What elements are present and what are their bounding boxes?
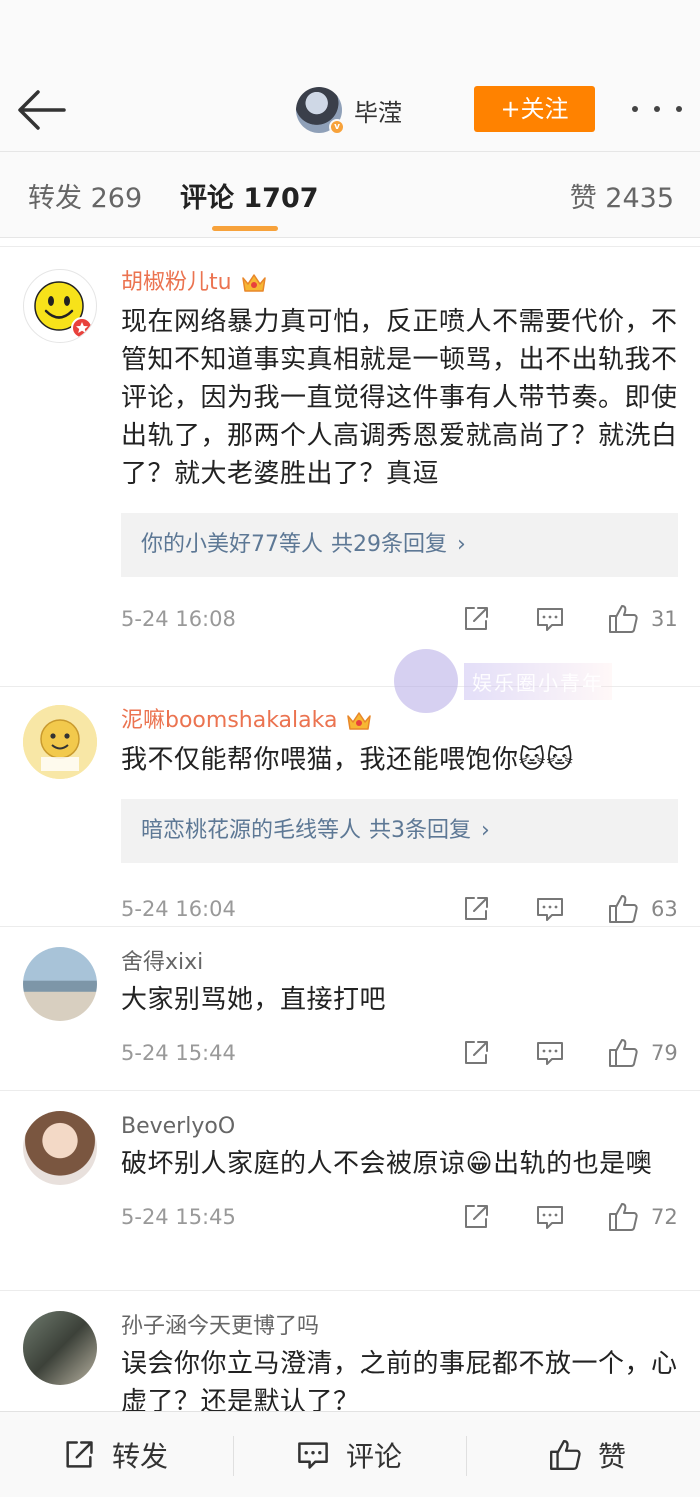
top-bar: v 毕滢 +关注 <box>0 68 700 152</box>
reply-users: 暗恋桃花源的毛线等人 <box>141 818 362 843</box>
repost-button[interactable]: 转发 <box>62 1412 168 1497</box>
tab-bar: 转发 269 评论 1707 赞 2435 <box>0 152 700 238</box>
like-count: 79 <box>651 1041 678 1065</box>
comment-item: 胡椒粉儿tu 现在网络暴力真可怕，反正喷人不需要代价，不管知不知道事实真相就是一… <box>0 246 700 686</box>
divider <box>233 1436 234 1476</box>
like-comment-button[interactable]: 79 <box>607 1037 678 1069</box>
reply-comment-button[interactable] <box>535 893 565 925</box>
tab-comments[interactable]: 评论 1707 <box>180 176 319 215</box>
reply-preview[interactable]: 你的小美好77等人 共29条回复 › <box>121 513 678 577</box>
chevron-right-icon: › <box>457 532 466 557</box>
comment-icon <box>537 898 563 921</box>
comment-icon <box>298 1442 328 1469</box>
thumbs-up-icon <box>609 1039 638 1067</box>
comment-text: 现在网络暴力真可怕，反正喷人不需要代价，不管知不知道事实真相就是一顿骂，出不出轨… <box>121 307 678 489</box>
repost-comment-button[interactable] <box>461 893 491 925</box>
comment-icon <box>537 1206 563 1229</box>
back-button[interactable] <box>14 86 70 134</box>
cartoon-avatar-icon <box>23 705 97 779</box>
like-button[interactable]: 赞 <box>548 1412 626 1497</box>
comment-time: 5-24 15:44 <box>121 1041 236 1065</box>
comment-text: 大家别骂她，直接打吧 <box>121 985 387 1015</box>
watermark-avatar <box>394 649 458 713</box>
like-comment-button[interactable]: 31 <box>607 603 678 635</box>
comment-username[interactable]: 孙子涵今天更博了吗 <box>121 1313 678 1341</box>
author-info[interactable]: v 毕滢 <box>296 86 402 135</box>
avatar[interactable] <box>23 705 97 779</box>
active-tab-indicator <box>212 226 278 231</box>
comment-icon <box>537 608 563 631</box>
comment-list: 胡椒粉儿tu 现在网络暴力真可怕，反正喷人不需要代价，不管知不知道事实真相就是一… <box>0 246 700 1490</box>
reply-comment-button[interactable] <box>535 1201 565 1233</box>
comment-label: 评论 <box>346 1440 403 1473</box>
like-label: 赞 <box>598 1440 627 1473</box>
comment-meta: 5-24 15:45 72 <box>121 1201 678 1233</box>
comment-icon <box>537 1042 563 1065</box>
repost-comment-button[interactable] <box>461 1201 491 1233</box>
repost-comment-button[interactable] <box>461 1037 491 1069</box>
smiley-avatar-icon <box>34 281 93 339</box>
comment-meta: 5-24 15:44 79 <box>121 1037 678 1069</box>
author-name[interactable]: 毕滢 <box>354 93 402 128</box>
bottom-action-bar: 转发 评论 赞 <box>0 1411 700 1497</box>
comment-username[interactable]: BeverlyoO <box>121 1113 678 1141</box>
back-arrow-icon <box>18 90 66 130</box>
comment-time: 5-24 16:04 <box>121 897 236 921</box>
verified-badge-icon: v <box>329 119 345 135</box>
share-icon <box>66 1441 93 1468</box>
watermark: 娱乐圈小青年 <box>394 646 700 716</box>
share-icon <box>465 1041 488 1064</box>
comment-item: 舍得xixi 大家别骂她，直接打吧 5-24 15:44 79 <box>0 926 700 1090</box>
vip-crown-icon <box>347 712 372 730</box>
comment-item: BeverlyoO 破坏别人家庭的人不会被原谅😁出轨的也是噢 5-24 15:4… <box>0 1090 700 1290</box>
avatar[interactable] <box>23 1111 97 1185</box>
follow-button[interactable]: +关注 <box>474 86 595 132</box>
thumbs-up-icon <box>609 1203 638 1231</box>
reply-comment-button[interactable] <box>535 603 565 635</box>
share-icon <box>465 607 488 630</box>
comment-item: 泥嘛boomshakalaka 我不仅能帮你喂猫，我还能喂饱你🐱🐱 暗恋桃花源的… <box>0 686 700 926</box>
chevron-right-icon: › <box>481 818 490 843</box>
tab-reposts[interactable]: 转发 269 <box>28 176 142 215</box>
comment-button[interactable]: 评论 <box>296 1412 402 1497</box>
more-options-icon[interactable] <box>632 96 682 122</box>
avatar[interactable] <box>23 1311 97 1385</box>
like-comment-button[interactable]: 63 <box>607 893 678 925</box>
comment-time: 5-24 16:08 <box>121 607 236 631</box>
like-count: 63 <box>651 897 678 921</box>
avatar[interactable] <box>23 947 97 1021</box>
thumbs-up-icon <box>550 1440 581 1470</box>
share-icon <box>465 1205 488 1228</box>
comment-text: 误会你你立马澄清，之前的事屁都不放一个，心虚了？还是默认了？ <box>121 1349 678 1417</box>
author-avatar[interactable]: v <box>296 87 345 135</box>
vip-crown-icon <box>241 274 266 292</box>
share-icon <box>465 897 488 920</box>
comment-text: 我不仅能帮你喂猫，我还能喂饱你🐱🐱 <box>121 745 574 775</box>
comment-meta: 5-24 16:08 31 <box>121 603 678 635</box>
like-count: 31 <box>651 607 678 631</box>
reply-comment-button[interactable] <box>535 1037 565 1069</box>
comment-time: 5-24 15:45 <box>121 1205 236 1229</box>
tab-likes[interactable]: 赞 2435 <box>570 176 674 215</box>
avatar[interactable] <box>23 269 97 343</box>
repost-label: 转发 <box>112 1440 169 1473</box>
status-strip <box>0 0 700 68</box>
comment-username[interactable]: 胡椒粉儿tu <box>121 269 678 297</box>
comment-username[interactable]: 舍得xixi <box>121 949 678 977</box>
watermark-text: 娱乐圈小青年 <box>464 662 612 700</box>
thumbs-up-icon <box>609 895 638 923</box>
reply-count: 共29条回复 <box>331 532 447 557</box>
repost-comment-button[interactable] <box>461 603 491 635</box>
comment-meta: 5-24 16:04 63 <box>121 893 678 925</box>
like-comment-button[interactable]: 72 <box>607 1201 678 1233</box>
comment-text: 破坏别人家庭的人不会被原谅😁出轨的也是噢 <box>121 1149 653 1179</box>
thumbs-up-icon <box>609 605 638 633</box>
reply-preview[interactable]: 暗恋桃花源的毛线等人 共3条回复 › <box>121 799 678 863</box>
reply-count: 共3条回复 <box>369 818 472 843</box>
reply-users: 你的小美好77等人 <box>141 532 323 557</box>
divider <box>466 1436 467 1476</box>
like-count: 72 <box>651 1205 678 1229</box>
